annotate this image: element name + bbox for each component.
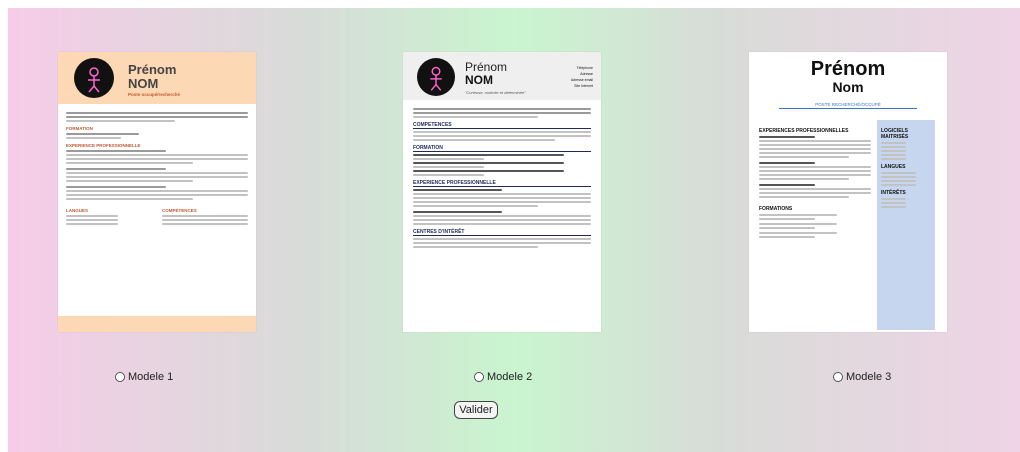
radio-button[interactable] (833, 372, 843, 382)
cv-contact-address: Adresse (580, 72, 593, 76)
cv-section-title: EXPERIENCE PROFESSIONNELLE (413, 180, 591, 187)
radio-modele-1[interactable]: Modele 1 (115, 369, 173, 385)
cv-side-section-title: INTÉRÊTS (881, 190, 906, 196)
cv-sidebar: LOGICIELS MAITRISÉS LANGUES INTÉRÊTS (877, 120, 935, 330)
cv-last-name: NOM (128, 76, 159, 91)
radio-modele-2[interactable]: Modele 2 (474, 369, 532, 385)
cv-side-section-title: LOGICIELS MAITRISÉS (881, 128, 909, 140)
cv-first-name: Prénom (810, 58, 886, 80)
radio-label: Modele 2 (487, 371, 533, 383)
cv-last-name: NOM (465, 73, 493, 87)
cv-contact-email: Adresse email (570, 78, 593, 82)
cv-section-title: EXPERIENCES PROFESSIONNELLES (759, 128, 849, 134)
cv-first-name: Prénom (128, 62, 177, 77)
cv-preview-modele-3[interactable]: Prénom Nom POSTE RECHERCHÉ/OCCUPÉ LOGICI… (749, 52, 947, 332)
cv-section-title: EXPERIENCE PROFESSIONNELLE (66, 143, 141, 148)
cv-first-name: Prénom (465, 60, 508, 74)
cv-body: COMPETENCES FORMATION EXPERIENCE PROFESS… (413, 106, 591, 250)
cv-side-section-title: LANGUES (881, 164, 906, 170)
cv-contact-website: Site Internet (574, 84, 593, 88)
radio-modele-3[interactable]: Modele 3 (833, 369, 891, 385)
avatar-icon (74, 58, 114, 98)
cv-preview-modele-1[interactable]: Prénom NOM Poste occupé/recherché FORMAT… (58, 52, 256, 332)
radio-button[interactable] (115, 372, 125, 382)
cv-body: FORMATION EXPERIENCE PROFESSIONNELLE LAN… (66, 110, 248, 227)
submit-button[interactable]: Valider (454, 401, 498, 419)
cv-preview-modele-2[interactable]: Prénom NOM "Curieuse, motivée et détermi… (403, 52, 601, 332)
cv-section-title: COMPÉTENCES (162, 208, 197, 213)
cv-section-title: CENTRES D'INTÉRÊT (413, 229, 591, 236)
cv-section-title: FORMATION (413, 145, 591, 152)
cv-section-title: FORMATIONS (759, 206, 793, 212)
cv-section-title: COMPETENCES (413, 122, 591, 129)
cv-subtitle: POSTE RECHERCHÉ/OCCUPÉ (779, 102, 917, 109)
cv-contact-block: Téléphone Adresse Adresse email Site Int… (543, 64, 593, 90)
radio-label: Modele 1 (128, 371, 174, 383)
cv-subtitle: Poste occupé/recherché (128, 92, 181, 97)
radio-button[interactable] (474, 372, 484, 382)
cv-footer (58, 316, 256, 332)
cv-section-title: FORMATION (66, 126, 93, 131)
cv-last-name: Nom (832, 79, 864, 95)
cv-subtitle: "Curieuse, motivée et déterminée" (465, 90, 526, 95)
cv-contact-phone: Téléphone (576, 66, 593, 70)
avatar-icon (417, 58, 455, 96)
radio-label: Modele 3 (846, 371, 892, 383)
cv-section-title: LANGUES (66, 208, 89, 213)
cv-body: EXPERIENCES PROFESSIONNELLES FORMATIONS (759, 124, 871, 240)
